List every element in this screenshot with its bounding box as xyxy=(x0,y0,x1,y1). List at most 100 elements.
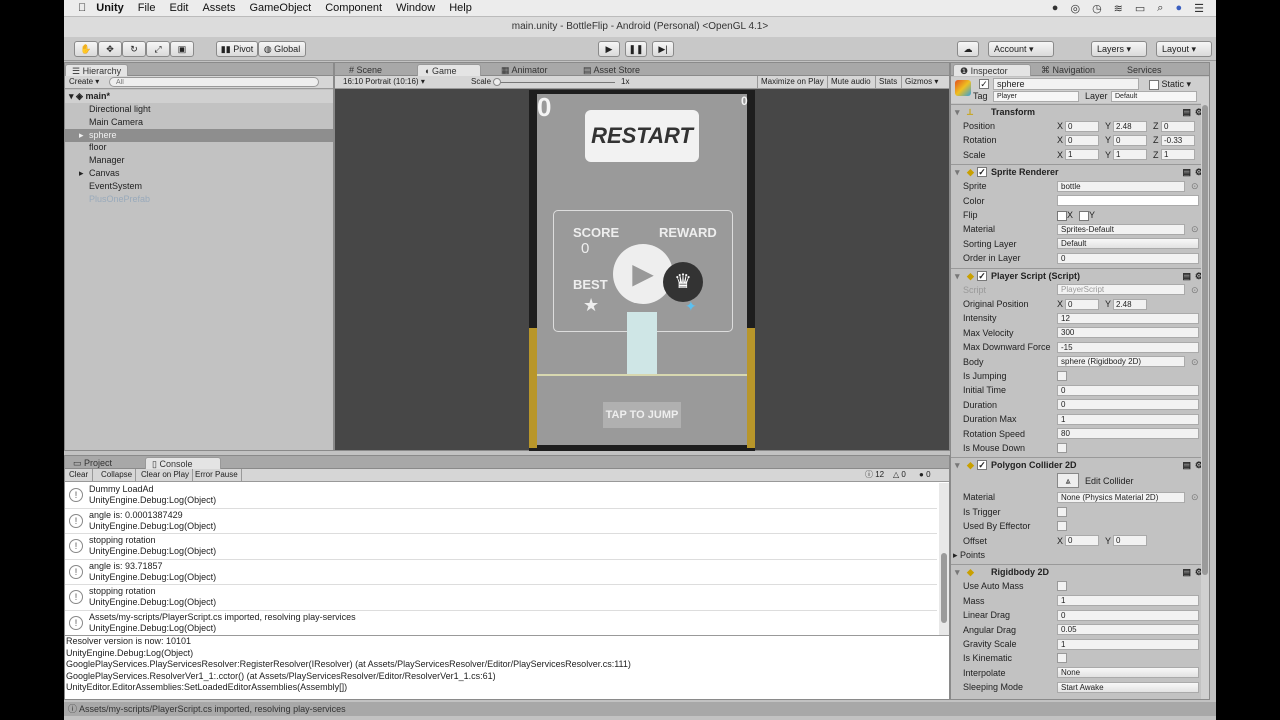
help-book-icon[interactable]: ▤ xyxy=(1182,565,1191,579)
twitter-icon[interactable]: ✦ xyxy=(685,298,697,315)
object-picker-icon[interactable]: ⊙ xyxy=(1191,222,1199,236)
tab-project[interactable]: ▭ Project xyxy=(67,457,118,469)
creative-cloud-icon[interactable]: ◎ xyxy=(1070,2,1080,15)
hierarchy-search-input[interactable] xyxy=(109,77,319,87)
value-field[interactable]: 12 xyxy=(1057,312,1199,324)
hierarchy-item[interactable]: Directional light xyxy=(65,103,333,116)
create-dropdown[interactable]: Create ▾ xyxy=(69,76,99,88)
vector-field-y[interactable]: 0 xyxy=(1113,134,1147,146)
component-header[interactable]: ▾ ⟂ Transform ▤ ⚙ xyxy=(951,104,1209,118)
component-header[interactable]: ▾ ◆ ✓ Player Script (Script) ▤ ⚙ xyxy=(951,267,1209,283)
console-entry[interactable]: ! angle is: 0.0001387429 UnityEngine.Debug… xyxy=(65,509,937,535)
cloud-button[interactable]: ☁ xyxy=(957,41,979,57)
help-book-icon[interactable]: ▤ xyxy=(1182,269,1191,283)
tab-scene[interactable]: # Scene xyxy=(343,64,388,76)
console-scrollbar[interactable] xyxy=(939,483,949,635)
console-entry[interactable]: ! angle is: 93.71857 UnityEngine.Debug:Log… xyxy=(65,560,937,586)
notification-center-icon[interactable]: ☰ xyxy=(1194,2,1204,15)
gizmos-dropdown[interactable]: Gizmos ▾ xyxy=(901,76,941,88)
vector-field-z[interactable]: 0 xyxy=(1161,120,1195,132)
game-screen[interactable]: 0 0 RESTART SCORE 0 BEST REWARD ★ ▶ ♛ ✦ … xyxy=(529,90,755,451)
menu-component[interactable]: Component xyxy=(325,2,382,14)
console-entry[interactable]: ! stopping rotation UnityEngine.Debug:Log(… xyxy=(65,534,937,560)
vector-field-x[interactable]: 0 xyxy=(1065,120,1099,132)
tab-services[interactable]: Services xyxy=(1121,64,1168,76)
menu-edit[interactable]: Edit xyxy=(169,2,188,14)
error-count-toggle[interactable]: ● 0 xyxy=(919,469,931,481)
collapse-toggle[interactable]: Collapse xyxy=(101,469,137,481)
tab-inspector[interactable]: ❶ Inspector xyxy=(953,64,1031,76)
value-field[interactable]: None (Physics Material 2D) xyxy=(1057,491,1185,503)
restart-button[interactable]: RESTART xyxy=(585,110,699,162)
foldout-arrow-icon[interactable]: ▾ xyxy=(955,565,960,579)
checkbox[interactable] xyxy=(1057,581,1067,592)
hierarchy-item[interactable]: Main Camera xyxy=(65,116,333,129)
menu-file[interactable]: File xyxy=(138,2,156,14)
dropdown[interactable]: None xyxy=(1057,667,1199,679)
global-button[interactable]: ◍ Global xyxy=(258,41,306,57)
tab-console[interactable]: ▯ Console xyxy=(145,457,221,469)
value-field[interactable]: 0 xyxy=(1057,252,1199,264)
checkbox[interactable] xyxy=(1057,210,1067,221)
layout-dropdown[interactable]: Layout ▾ xyxy=(1156,41,1212,57)
hierarchy-item[interactable]: ▸ Canvas xyxy=(65,167,333,180)
inspector-scrollbar[interactable] xyxy=(1201,103,1209,699)
checkbox[interactable] xyxy=(1079,210,1089,221)
rect-tool-icon[interactable]: ▣ xyxy=(170,41,194,57)
step-button[interactable]: ▶| xyxy=(652,41,674,57)
console-entry[interactable]: ! Assets/my-scripts/PlayerScript.cs impor… xyxy=(65,611,937,635)
vector-field-y[interactable]: 2.48 xyxy=(1113,298,1147,310)
component-enabled-checkbox[interactable]: ✓ xyxy=(977,167,987,178)
value-field[interactable]: 1 xyxy=(1057,638,1199,650)
value-field[interactable]: 0.05 xyxy=(1057,624,1199,636)
vector-field-x[interactable]: 1 xyxy=(1065,149,1099,161)
hierarchy-item[interactable]: floor xyxy=(65,141,333,154)
value-field[interactable]: 0 xyxy=(1057,609,1199,621)
pause-button[interactable]: ❚❚ xyxy=(625,41,647,57)
layers-dropdown[interactable]: Layers ▾ xyxy=(1091,41,1147,57)
object-picker-icon[interactable]: ⊙ xyxy=(1191,283,1199,297)
checkbox[interactable] xyxy=(1057,371,1067,381)
vector-field-y[interactable]: 0 xyxy=(1113,535,1147,547)
foldout-arrow-icon[interactable]: ▸ xyxy=(953,550,960,560)
value-field[interactable]: PlayerScript xyxy=(1057,284,1185,296)
scene-root[interactable]: ▾ ◈ main* xyxy=(65,90,333,103)
value-field[interactable]: 1 xyxy=(1057,413,1199,425)
console-entry[interactable]: ! stopping rotation UnityEngine.Debug:Log(… xyxy=(65,585,937,611)
checkbox[interactable] xyxy=(1057,443,1067,453)
help-book-icon[interactable]: ▤ xyxy=(1182,165,1191,179)
edit-collider-button[interactable]: ⩓ xyxy=(1057,473,1079,489)
flip-y-toggle[interactable]: Y xyxy=(1079,208,1095,222)
value-field[interactable]: 300 xyxy=(1057,327,1199,339)
component-header[interactable]: ▾ ◆ ✓ Polygon Collider 2D ▤ ⚙ xyxy=(951,457,1209,472)
time-machine-icon[interactable]: ◷ xyxy=(1092,2,1102,15)
vector-field-z[interactable]: 1 xyxy=(1161,149,1195,161)
tab-asset-store[interactable]: ▤ Asset Store xyxy=(577,64,646,76)
clear-button[interactable]: Clear xyxy=(69,469,94,481)
object-picker-icon[interactable]: ⊙ xyxy=(1191,355,1199,369)
tab-navigation[interactable]: ⌘ Navigation xyxy=(1035,64,1101,76)
foldout-arrow-icon[interactable]: ▾ xyxy=(955,269,960,283)
component-enabled-checkbox[interactable]: ✓ xyxy=(977,270,987,281)
tab-animator[interactable]: ▦ Animator xyxy=(495,64,554,76)
hierarchy-item[interactable]: ▸ sphere xyxy=(65,128,333,142)
clear-on-play-toggle[interactable]: Clear on Play xyxy=(141,469,194,481)
tap-to-jump-button[interactable]: TAP TO JUMP xyxy=(603,402,681,428)
hierarchy-item[interactable]: EventSystem xyxy=(65,180,333,193)
value-field[interactable] xyxy=(1057,195,1199,207)
static-toggle[interactable]: Static ▾ xyxy=(1149,79,1191,90)
expand-arrow-icon[interactable]: ▸ xyxy=(79,129,84,142)
static-checkbox[interactable] xyxy=(1149,79,1159,90)
search-icon[interactable]: ⌕ xyxy=(1157,2,1163,15)
error-pause-toggle[interactable]: Error Pause xyxy=(195,469,242,481)
hand-tool-icon[interactable]: ✋ xyxy=(74,41,98,57)
move-tool-icon[interactable]: ✥ xyxy=(98,41,122,57)
crown-button[interactable]: ♛ xyxy=(663,262,703,302)
menu-window[interactable]: Window xyxy=(396,2,435,14)
vector-field-z[interactable]: -0.33 xyxy=(1161,134,1195,146)
account-dropdown[interactable]: Account ▾ xyxy=(988,41,1054,57)
value-field[interactable]: 0 xyxy=(1057,399,1199,411)
menu-gameobject[interactable]: GameObject xyxy=(249,2,311,14)
active-checkbox[interactable]: ✓ xyxy=(979,79,989,89)
hierarchy-item[interactable]: PlusOnePrefab xyxy=(65,193,333,206)
